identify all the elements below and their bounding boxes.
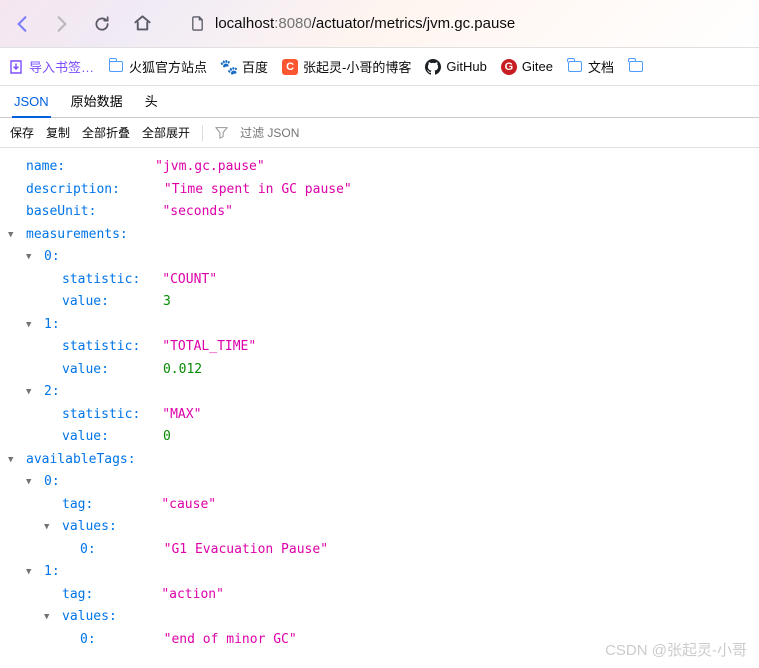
copy-button[interactable]: 复制 [46,124,70,141]
reload-button[interactable] [90,12,114,36]
json-key[interactable]: 0: [80,629,96,652]
disclosure-triangle[interactable]: ▼ [26,471,37,494]
json-key[interactable]: statistic: [62,269,140,292]
tab-head[interactable]: 头 [143,84,160,117]
json-key[interactable]: value: [62,426,109,449]
json-value[interactable]: 0.012 [163,359,202,382]
folder-icon [629,61,643,72]
json-value[interactable]: "end of minor GC" [164,629,297,652]
json-value[interactable]: "seconds" [162,201,232,224]
json-key[interactable]: 0: [80,539,96,562]
csdn-icon: C [282,59,298,75]
json-value[interactable]: "Time spent in GC pause" [164,179,352,202]
document-icon [190,16,205,31]
bookmarks-bar: 导入书签… 火狐官方站点 🐾百度 C张起灵-小哥的博客 GitHub GGite… [0,48,759,86]
json-key[interactable]: values: [62,606,117,629]
bookmark-blog[interactable]: C张起灵-小哥的博客 [282,57,411,76]
json-value[interactable]: "G1 Evacuation Pause" [164,539,328,562]
json-key[interactable]: 0: [44,471,60,494]
json-key[interactable]: value: [62,359,109,382]
json-key[interactable]: description: [26,179,120,202]
json-key[interactable]: 1: [44,561,60,584]
json-toolbar: 保存 复制 全部折叠 全部展开 [0,118,759,148]
json-value[interactable]: "COUNT" [162,269,217,292]
disclosure-triangle[interactable]: ▼ [8,449,19,472]
bookmark-gitee[interactable]: GGitee [501,59,553,75]
disclosure-triangle[interactable]: ▼ [26,314,37,337]
folder-icon [109,61,123,72]
filter-icon [215,126,228,139]
separator [202,125,203,141]
json-value[interactable]: "cause" [161,494,216,517]
import-icon [8,59,24,75]
disclosure-triangle[interactable]: ▼ [26,381,37,404]
baidu-icon: 🐾 [221,59,237,75]
json-key[interactable]: availableTags: [26,449,136,472]
expand-all-button[interactable]: 全部展开 [142,124,190,141]
json-value[interactable]: 0 [163,426,171,449]
json-key[interactable]: statistic: [62,404,140,427]
json-key[interactable]: value: [62,291,109,314]
github-icon [425,59,441,75]
json-key[interactable]: baseUnit: [26,201,96,224]
json-value[interactable]: "jvm.gc.pause" [155,156,265,179]
json-key[interactable]: tag: [62,584,93,607]
watermark: CSDN @张起灵-小哥 [605,639,747,660]
forward-button[interactable] [50,12,74,36]
bookmark-more[interactable] [628,59,644,75]
filter-input[interactable] [240,126,749,140]
json-key[interactable]: name: [26,156,65,179]
gitee-icon: G [501,59,517,75]
json-key[interactable]: 1: [44,314,60,337]
home-button[interactable] [130,12,154,36]
json-value[interactable]: "TOTAL_TIME" [162,336,256,359]
json-value[interactable]: 3 [163,291,171,314]
import-bookmarks[interactable]: 导入书签… [8,57,94,76]
json-key[interactable]: values: [62,516,117,539]
back-button[interactable] [10,12,34,36]
bookmark-firefox[interactable]: 火狐官方站点 [108,57,207,76]
json-key[interactable]: 0: [44,246,60,269]
disclosure-triangle[interactable]: ▼ [8,224,19,247]
disclosure-triangle[interactable]: ▼ [44,516,55,539]
disclosure-triangle[interactable]: ▼ [44,606,55,629]
bookmark-baidu[interactable]: 🐾百度 [221,57,268,76]
json-key[interactable]: statistic: [62,336,140,359]
url-text: localhost:8080/actuator/metrics/jvm.gc.p… [215,15,515,32]
json-value[interactable]: "MAX" [162,404,201,427]
collapse-all-button[interactable]: 全部折叠 [82,124,130,141]
url-bar[interactable]: localhost:8080/actuator/metrics/jvm.gc.p… [170,15,749,32]
save-button[interactable]: 保存 [10,124,34,141]
json-key[interactable]: 2: [44,381,60,404]
tab-raw[interactable]: 原始数据 [69,84,125,117]
disclosure-triangle[interactable]: ▼ [26,246,37,269]
browser-toolbar: localhost:8080/actuator/metrics/jvm.gc.p… [0,0,759,48]
json-key[interactable]: tag: [62,494,93,517]
view-tabs: JSON 原始数据 头 [0,86,759,118]
folder-icon [568,61,582,72]
json-value[interactable]: "action" [161,584,224,607]
tab-json[interactable]: JSON [12,87,51,118]
json-key[interactable]: measurements: [26,224,128,247]
disclosure-triangle[interactable]: ▼ [26,561,37,584]
json-tree: name: "jvm.gc.pause" description: "Time sp… [0,148,759,659]
bookmark-docs[interactable]: 文档 [567,57,614,76]
bookmark-github[interactable]: GitHub [425,59,486,75]
